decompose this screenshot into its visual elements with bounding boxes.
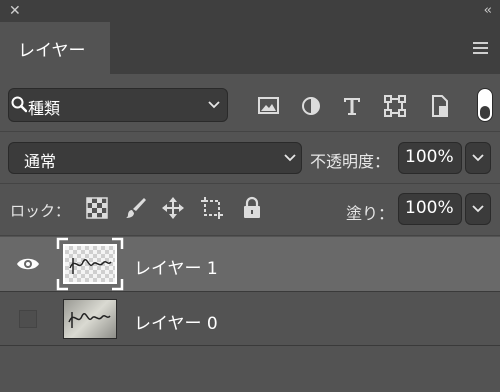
opacity-value: 100% [405, 147, 454, 167]
lock-label: ロック： [10, 202, 71, 220]
filter-smart-object-icon[interactable] [428, 94, 452, 118]
divider [0, 131, 500, 132]
filter-kind-label: 種類 [28, 99, 61, 118]
fill-value: 100% [405, 198, 454, 218]
layers-empty-area[interactable] [0, 346, 500, 392]
panel-menu-icon[interactable] [473, 42, 488, 54]
layer-name[interactable]: レイヤー 0 [134, 309, 218, 334]
lock-image-pixels-brush-icon[interactable] [124, 196, 148, 220]
chevron-down-icon [472, 205, 484, 213]
lock-all-padlock-icon[interactable] [240, 196, 264, 220]
filter-adjustment-layer-icon[interactable] [299, 94, 323, 118]
lock-artboard-icon[interactable] [200, 196, 224, 220]
chevron-down-icon [472, 154, 484, 162]
lock-position-move-icon[interactable] [161, 196, 185, 220]
layer-thumbnail [63, 299, 117, 339]
search-icon [11, 96, 27, 113]
visibility-toggle-empty[interactable] [19, 310, 37, 328]
filter-shape-layer-icon[interactable] [383, 94, 407, 118]
filter-toggle-knob [480, 106, 490, 119]
selection-corner-brackets [56, 237, 124, 291]
lock-transparent-pixels-icon[interactable] [85, 196, 109, 220]
filter-pixel-layer-icon[interactable] [257, 94, 281, 118]
collapse-panel-icon[interactable]: ‹‹ [484, 2, 493, 20]
opacity-label: 不透明度： [310, 152, 391, 171]
chevron-down-icon [284, 154, 296, 162]
chevron-down-icon [208, 101, 220, 109]
layer-name[interactable]: レイヤー 1 [134, 254, 218, 279]
panel-title-bar [0, 0, 500, 22]
fill-label: 塗り： [346, 204, 395, 223]
divider [0, 183, 500, 184]
tab-layers-label: レイヤー [18, 41, 86, 61]
blend-mode-value: 通常 [24, 152, 57, 171]
thumbnail-signature-icon [68, 312, 111, 328]
eye-visibility-icon[interactable] [16, 256, 40, 272]
filter-type-layer-icon[interactable] [340, 94, 364, 118]
divider [0, 235, 500, 236]
close-panel-icon[interactable]: ✕ [9, 2, 21, 20]
